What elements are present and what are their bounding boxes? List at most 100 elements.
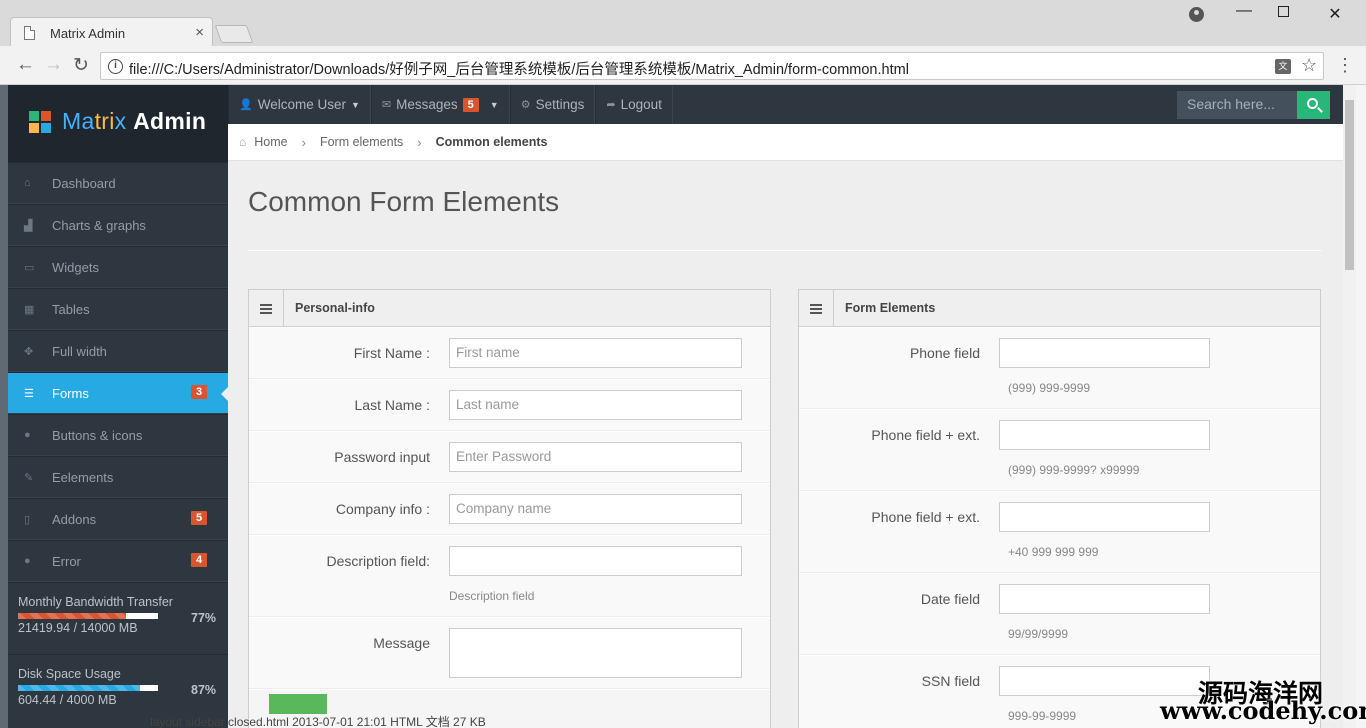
sidebar-item-forms[interactable]: ☰ Forms 3 xyxy=(8,372,229,414)
main-content: ⌂ Home › Form elements › Common elements… xyxy=(228,124,1343,728)
caret-down-icon: ▼ xyxy=(350,99,360,110)
progress-bar xyxy=(18,613,158,619)
message-textarea[interactable] xyxy=(449,628,742,678)
translate-icon[interactable]: 文 xyxy=(1275,59,1291,74)
back-arrow-icon[interactable]: ← xyxy=(16,54,35,76)
help-text: (999) 999-9999? x99999 xyxy=(1008,463,1140,477)
ssn-input[interactable] xyxy=(999,666,1210,696)
sidebar-item-tables[interactable]: ▦ Tables xyxy=(8,288,228,330)
sidebar-item-label: Buttons & icons xyxy=(52,427,143,443)
chevron-right-icon: › xyxy=(301,134,306,150)
search-input[interactable]: Search here... xyxy=(1177,91,1297,119)
sidebar-item-charts[interactable]: ▟ Charts & graphs xyxy=(8,204,228,246)
sidebar-item-buttons[interactable]: ● Buttons & icons xyxy=(8,414,228,456)
company-input[interactable]: Company name xyxy=(449,494,742,524)
breadcrumb-home[interactable]: Home xyxy=(254,135,287,149)
save-button[interactable] xyxy=(269,694,327,714)
sidebar-item-label: Dashboard xyxy=(52,175,116,191)
minimize-icon[interactable]: — xyxy=(1233,2,1255,20)
breadcrumb-current[interactable]: Common elements xyxy=(436,135,548,149)
url-text[interactable]: file:///C:/Users/Administrator/Downloads… xyxy=(129,58,909,79)
description-input[interactable] xyxy=(449,546,742,576)
sidebar-item-dashboard[interactable]: ⌂ Dashboard xyxy=(8,162,228,204)
widget-title: Form Elements xyxy=(845,301,936,315)
progress-fill xyxy=(18,613,126,619)
list-icon: ☰ xyxy=(24,387,34,400)
align-justify-icon xyxy=(249,290,284,326)
browser-tab[interactable]: Matrix Admin × xyxy=(10,17,213,47)
widget-header: Personal-info xyxy=(249,290,770,327)
forward-arrow-icon[interactable]: → xyxy=(44,54,63,76)
chevron-right-icon: › xyxy=(417,134,422,150)
browser-toolbar: ← → ↻ i file:///C:/Users/Administrator/D… xyxy=(0,46,1366,85)
date-input[interactable] xyxy=(999,584,1210,614)
new-tab-button[interactable] xyxy=(214,25,254,43)
form-row-company: Company info : Company name xyxy=(249,483,770,535)
home-icon: ⌂ xyxy=(239,135,247,149)
welcome-label: Welcome User xyxy=(257,97,346,112)
logout-link[interactable]: ➦ Logout xyxy=(595,85,673,124)
sidebar-item-addons[interactable]: ▯ Addons 5 xyxy=(8,498,228,540)
form-row-phone-intl: Phone field + ext. +40 999 999 999 xyxy=(799,491,1320,573)
error-badge: 4 xyxy=(191,553,208,567)
sidebar-item-full-width[interactable]: ✥ Full width xyxy=(8,330,228,372)
sidebar-item-error[interactable]: ● Error 4 xyxy=(8,540,228,582)
browser-menu-icon[interactable]: ⋮ xyxy=(1336,55,1354,76)
field-label: First Name : xyxy=(353,345,430,361)
password-input[interactable]: Enter Password xyxy=(449,442,742,472)
breadcrumb-parent[interactable]: Form elements xyxy=(320,135,403,149)
close-window-icon[interactable]: ✕ xyxy=(1324,4,1346,24)
messages-menu[interactable]: ✉ Messages 5 ▼ xyxy=(370,85,510,124)
address-bar[interactable]: i file:///C:/Users/Administrator/Downloa… xyxy=(100,52,1324,80)
search-button[interactable] xyxy=(1297,91,1330,119)
tab-close-icon[interactable]: × xyxy=(195,24,204,41)
divider xyxy=(248,250,1321,251)
form-row-password: Password input Enter Password xyxy=(249,431,770,483)
stat-value: 604.44 / 4000 MB xyxy=(18,693,117,707)
help-text: 99/99/9999 xyxy=(1008,627,1069,641)
field-label: Phone field xyxy=(909,345,980,361)
stat-title: Monthly Bandwidth Transfer xyxy=(18,595,173,609)
info-icon[interactable]: i xyxy=(108,59,123,74)
logo-text-part: tri xyxy=(94,108,115,134)
fullscreen-icon: ✥ xyxy=(24,345,34,358)
sidebar-item-label: Forms xyxy=(52,385,89,401)
file-icon: ▯ xyxy=(24,513,31,526)
phone-intl-input[interactable] xyxy=(999,502,1210,532)
forms-badge: 3 xyxy=(191,385,208,399)
phone-ext-input[interactable] xyxy=(999,420,1210,450)
sidebar-item-label: Eelements xyxy=(52,469,114,485)
reload-icon[interactable]: ↻ xyxy=(73,54,89,77)
bookmark-star-icon[interactable]: ☆ xyxy=(1301,55,1317,76)
welcome-user-menu[interactable]: 👤 Welcome User ▼ xyxy=(228,85,371,124)
personal-info-widget: Personal-info First Name : First name La… xyxy=(248,289,771,728)
sidebar-item-label: Widgets xyxy=(52,259,99,275)
form-row-message: Message xyxy=(249,617,770,689)
first-name-input[interactable]: First name xyxy=(449,338,742,368)
phone-input[interactable] xyxy=(999,338,1210,368)
field-label: Description field: xyxy=(326,553,431,569)
sidebar-item-label: Addons xyxy=(52,511,97,527)
settings-link[interactable]: ⚙ Settings xyxy=(509,85,596,124)
field-label: Password input xyxy=(334,449,430,465)
profile-icon[interactable] xyxy=(1189,7,1204,22)
sidebar-item-label: Full width xyxy=(52,343,107,359)
widget-title: Personal-info xyxy=(295,301,375,315)
sidebar-item-label: Error xyxy=(52,553,81,569)
scrollbar-thumb[interactable] xyxy=(1345,100,1354,270)
sidebar-item-widgets[interactable]: ▭ Widgets xyxy=(8,246,228,288)
sidebar-item-elements[interactable]: ✎ Eelements xyxy=(8,456,228,498)
pencil-icon: ✎ xyxy=(24,471,34,484)
form-elements-widget: Form Elements Phone field (999) 999-9999… xyxy=(798,289,1321,728)
logo-text-part: Admin xyxy=(133,108,207,134)
brand-logo[interactable]: Matrix Admin xyxy=(8,85,228,162)
bandwidth-stat: Monthly Bandwidth Transfer 21419.94 / 14… xyxy=(8,582,228,654)
last-name-input[interactable]: Last name xyxy=(449,390,742,420)
maximize-icon[interactable] xyxy=(1278,6,1289,17)
help-text: (999) 999-9999 xyxy=(1008,381,1091,395)
page-icon xyxy=(24,26,35,40)
gear-icon: ⚙ xyxy=(520,99,531,111)
form-row-first-name: First Name : First name xyxy=(249,327,770,379)
signal-icon: ▟ xyxy=(24,219,33,232)
stat-value: 21419.94 / 14000 MB xyxy=(18,621,138,635)
